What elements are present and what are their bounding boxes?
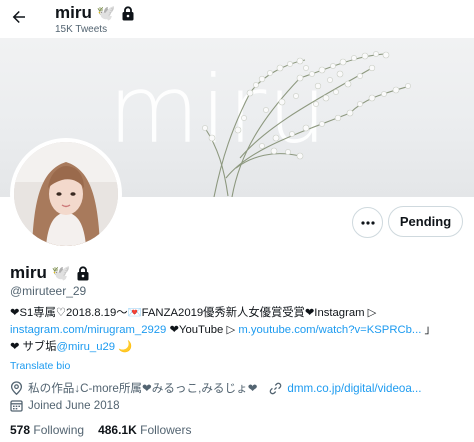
bio-text: ❤YouTube ▷ [166, 324, 239, 336]
lock-icon [77, 265, 89, 280]
profile-photo [14, 142, 118, 246]
back-button[interactable] [6, 4, 32, 30]
location-item: 私の作品↓C-more所属❤みるっこ,みるじょ❤ [10, 380, 257, 396]
bio-text: 🌙 [115, 341, 133, 353]
lock-icon [122, 5, 134, 20]
following-link[interactable]: 578 Following [10, 423, 84, 437]
more-button[interactable] [352, 207, 383, 238]
dove-emoji: 🕊️ [51, 265, 71, 282]
profile-meta-row: 私の作品↓C-more所属❤みるっこ,みるじょ❤ dmm.co.jp/digit… [10, 380, 470, 396]
more-horizontal-icon [360, 220, 375, 225]
display-name: miru [10, 263, 47, 282]
pending-button[interactable]: Pending [388, 206, 463, 237]
followers-link[interactable]: 486.1K Followers [98, 423, 191, 437]
avatar[interactable] [10, 138, 122, 250]
header-title: miru 🕊️ [55, 3, 135, 23]
bio-line-3: ❤ サブ垢@miru_u29 🌙 [10, 339, 466, 355]
location-pin-icon [10, 381, 23, 395]
followers-count: 486.1K [98, 423, 137, 437]
dove-emoji: 🕊️ [96, 5, 116, 22]
youtube-link[interactable]: m.youtube.com/watch?v=KSPRCb... [238, 324, 421, 336]
bio-text: 」 [421, 324, 436, 336]
top-bar: miru 🕊️ 15K Tweets [0, 0, 474, 38]
profile-name-row: miru 🕊️ [10, 263, 90, 283]
location-text: 私の作品↓C-more所属❤みるっこ,みるじょ❤ [28, 382, 258, 395]
following-count: 578 [10, 423, 31, 437]
joined-item: Joined June 2018 [10, 399, 120, 412]
joined-row: Joined June 2018 [10, 399, 120, 412]
followers-label: Followers [140, 423, 192, 437]
bio-line-1: ❤S1専属♡2018.8.19～💌FANZA2019優秀新人女優賞受賞❤Inst… [10, 305, 466, 321]
header-name: miru [55, 3, 92, 22]
link-icon [270, 382, 282, 394]
website-link[interactable]: dmm.co.jp/digital/videoa... [287, 382, 421, 395]
bio-text: ❤S1専属♡2018.8.19～💌FANZA2019優秀新人女優賞受賞❤Inst… [10, 307, 377, 319]
arrow-left-icon [12, 11, 25, 23]
follow-stats: 578 Following 486.1K Followers [10, 423, 191, 437]
calendar-icon [10, 400, 23, 412]
following-label: Following [33, 423, 85, 437]
sub-account-link[interactable]: @miru_u29 [57, 341, 116, 353]
bio-line-2: instagram.com/mirugram_2929 ❤YouTube ▷ m… [10, 322, 466, 338]
joined-text: Joined June 2018 [28, 399, 120, 412]
bio-text: ❤ サブ垢 [10, 341, 57, 353]
tweet-count: 15K Tweets [55, 24, 108, 35]
user-handle: @miruteer_29 [10, 284, 87, 298]
translate-bio-link[interactable]: Translate bio [10, 360, 70, 372]
website-item[interactable]: dmm.co.jp/digital/videoa... [269, 382, 421, 395]
instagram-link[interactable]: instagram.com/mirugram_2929 [10, 324, 166, 336]
